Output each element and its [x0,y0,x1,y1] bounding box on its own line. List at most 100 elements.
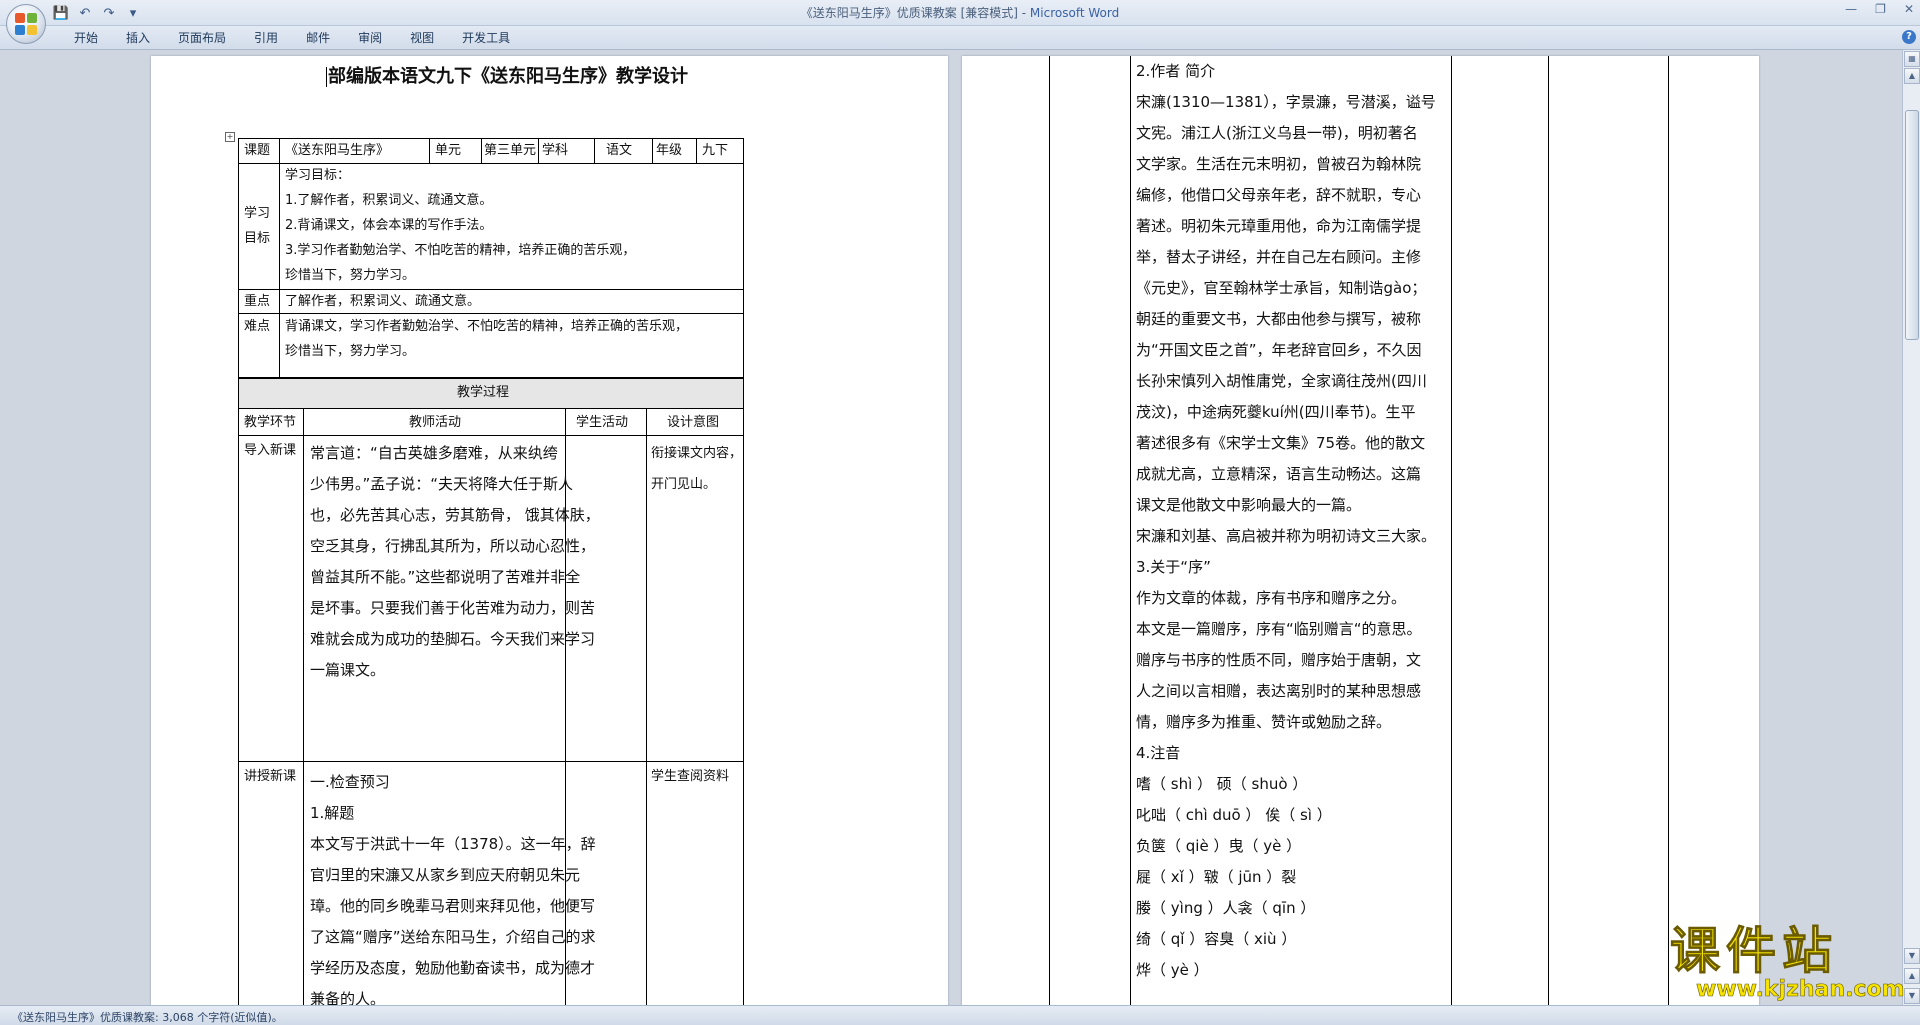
text-line: 一.检查预习 [310,773,390,791]
document-title: 《送东阳马生序》优质课教案 [兼容模式] - [800,6,1030,20]
watermark-logo: 课件站 www.kjzhan.com [1670,925,1910,1005]
text-line: 《元史》，官至翰林学士承旨，知制诰gào； [1136,279,1427,297]
divider [1548,56,1549,1005]
tab-mailings[interactable]: 邮件 [292,30,344,46]
process-header: 教学过程 [457,385,510,400]
close-icon[interactable]: ✕ [1904,2,1914,16]
text-line: 绮（ qǐ ）容臭（ xiù ） [1136,930,1297,948]
minimize-icon[interactable]: — [1845,2,1857,16]
window-controls: — ❐ ✕ [1845,2,1914,16]
divider [238,408,744,409]
tab-developer[interactable]: 开发工具 [448,30,524,46]
text-line: 衔接课文内容， [651,446,743,461]
text-line: 宋濂和刘基、高启被并称为明初诗文三大家。 [1136,527,1437,545]
text-cursor [326,67,327,87]
text-line: 茂汶)，中途病死夔kuí州(四川奉节)。生平 [1136,403,1416,421]
office-logo-icon [15,13,37,35]
divider [238,761,744,762]
text-line: 长孙宋慎列入胡惟庸党，全家谪往茂州(四川 [1136,372,1427,390]
page2-text: 2.作者 简介 宋濂(1310—1381），字景濂，号潜溪，谥号 文宪。浦江人(… [1136,56,1436,986]
text-line: 4.注音 [1136,744,1181,762]
restore-icon[interactable]: ❐ [1875,2,1886,16]
text-line: 举，替太子讲经，并在自己左右顾问。主修 [1136,248,1422,266]
divider [303,408,304,1005]
status-bar: 《送东阳马生序》优质课教案: 3,068 个字符(近似值)。 [0,1005,1920,1025]
doc-title: 部编版本语文九下《送东阳马生序》教学设计 [326,62,688,88]
text-line: 也，必先苦其心志，劳其筋骨， 饿其体肤， [310,506,600,524]
ribbon-tab-bar: 开始 插入 页面布局 引用 邮件 审阅 视图 开发工具 ? [0,26,1920,50]
text-line: 烨（ yè ） [1136,961,1209,979]
label-unit: 单元 [435,143,462,158]
divider [652,138,653,163]
lecture-stage: 讲授新课 [244,769,297,784]
text-line: 负箧（ qiè ）曳（ yè ） [1136,837,1302,855]
text-line: 编修，他借口父母亲年老，辞不就职，专心 [1136,186,1422,204]
divider [538,138,539,163]
text-line: 官归里的宋濂又从家乡到应天府朝见朱元 [310,866,581,884]
scroll-up-icon[interactable]: ▲ [1904,68,1920,84]
text-line: 作为文章的体裁，序有书序和赠序之分。 [1136,589,1407,607]
scrollbar-thumb[interactable] [1905,110,1919,340]
ruler-toggle-icon[interactable]: ▦ [1904,51,1920,67]
goals-line: 2.背诵课文，体会本课的写作手法。 [285,218,493,233]
text-line: 本文写于洪武十一年（1378）。这一年，辞 [310,835,596,853]
text-line: 媵（ yìng ）人衾（ qīn ） [1136,899,1316,917]
divider [646,408,647,1005]
divider [1451,56,1452,1005]
divider [1130,56,1131,1005]
text-line: 朝廷的重要文书，大都由他参与撰写，被称 [1136,310,1422,328]
goals-line: 1.了解作者，积累词义、疏通文意。 [285,193,493,208]
goals-label-1: 学习 [244,206,271,221]
text-line: 文学家。生活在元末明初，曾被召为翰林院 [1136,155,1422,173]
lecture-intent: 学生查阅资料 [651,769,730,784]
text-line: 常言道：“自古英雄多磨难，从来纨绔 [310,444,558,462]
goals-line: 学习目标： [285,168,351,183]
label-topic: 课题 [244,143,271,158]
text-line: 嗜（ shì ） 硕（ shuò ） [1136,775,1308,793]
column-header-stage: 教学环节 [244,415,297,430]
divider [1668,56,1669,1005]
column-header-intent: 设计意图 [667,415,720,430]
tab-insert[interactable]: 插入 [112,30,164,46]
tab-home[interactable]: 开始 [60,30,112,46]
tab-page-layout[interactable]: 页面布局 [164,30,240,46]
goals-label-2: 目标 [244,231,271,246]
divider [1049,56,1050,1005]
divider [696,138,697,163]
lecture-teacher-text: 一.检查预习 1.解题 本文写于洪武十一年（1378）。这一年，辞 官归里的宋濂… [310,767,596,1005]
help-icon[interactable]: ? [1902,30,1916,44]
table-move-handle-icon[interactable]: + [225,132,235,142]
intro-teacher-text: 常言道：“自古英雄多磨难，从来纨绔 少伟男。”孟子说：“夫天将降大任于斯人 也，… [310,438,600,686]
text-line: 著述很多有《宋学士文集》75卷。他的散文 [1136,434,1426,452]
text-line: 空乏其身，行拂乱其所为，所以动心忍性， [310,537,596,555]
text-line: 文宪。浦江人(浙江义乌县一带)，明初著名 [1136,124,1418,142]
tab-view[interactable]: 视图 [396,30,448,46]
window-title: 《送东阳马生序》优质课教案 [兼容模式] - Microsoft Word [0,4,1920,21]
intro-intent-text: 衔接课文内容， 开门见山。 [651,438,742,500]
divider [594,138,595,163]
label-grade: 年级 [656,143,683,158]
text-line: 人之间以言相赠，表达离别时的某种思想感 [1136,682,1422,700]
tab-references[interactable]: 引用 [240,30,292,46]
text-line: 了这篇“赠序”送给东阳马生，介绍自己的求 [310,928,596,946]
page-1[interactable]: 部编版本语文九下《送东阳马生序》教学设计 + 课题 《送东阳马生序》 单元 第三… [151,56,948,1005]
text-line: 宋濂(1310—1381），字景濂，号潜溪，谥号 [1136,93,1436,111]
tab-review[interactable]: 审阅 [344,30,396,46]
intro-stage: 导入新课 [244,443,297,458]
goals-line: 珍惜当下，努力学习。 [285,268,416,283]
text-line: 学经历及态度，勉励他勤奋读书，成为德才 [310,959,596,977]
grade-value: 九下 [702,143,729,158]
text-line: 课文是他散文中影响最大的一篇。 [1136,496,1362,514]
topic-value: 《送东阳马生序》 [285,143,390,158]
text-line: 为“开国文臣之首”，年老辞官回乡，不久因 [1136,341,1422,359]
application-name: Microsoft Word [1029,6,1120,20]
key-point-text: 了解作者，积累词义、疏通文意。 [285,294,481,309]
difficulty-line: 珍惜当下，努力学习。 [285,344,416,359]
goals-line: 3.学习作者勤勉治学、不怕吃苦的精神，培养正确的苦乐观， [285,243,636,258]
vertical-scrollbar[interactable]: ▦ ▲ ▼ ▲ ▼ [1902,50,1920,1005]
divider [481,138,482,163]
office-button[interactable] [6,4,46,44]
text-line: 是坏事。只要我们善于化苦难为动力，则苦 [310,599,596,617]
page-2[interactable]: 2.作者 简介 宋濂(1310—1381），字景濂，号潜溪，谥号 文宪。浦江人(… [962,56,1759,1005]
text-line: 曾益其所不能。”这些都说明了苦难并非全 [310,568,581,586]
